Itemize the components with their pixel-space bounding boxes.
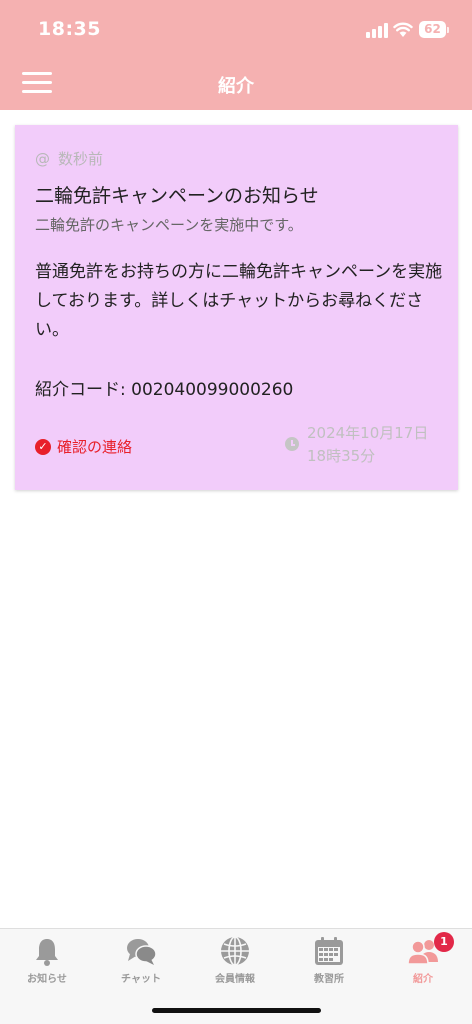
notice-title: 二輪免許キャンペーンのお知らせ [35, 185, 319, 207]
status-bar: 18:35 62 [0, 0, 472, 58]
notice-date: 2024年10月17日 [307, 424, 429, 442]
wifi-icon [393, 22, 413, 37]
calendar-icon [315, 937, 343, 965]
page-title: 紹介 [218, 76, 254, 97]
status-time: 18:35 [38, 18, 101, 40]
tab-label: お知らせ [27, 974, 67, 985]
notice-body: 普通免許をお持ちの方に二輪免許キャンペーンを実施しております。詳しくはチャットか… [35, 262, 443, 340]
notice-time: 18時35分 [307, 447, 376, 465]
relative-time: @ 数秒前 [35, 148, 103, 169]
tab-label: 教習所 [314, 974, 344, 985]
tab-driving-school[interactable]: 教習所 [282, 929, 376, 993]
home-indicator [152, 1008, 321, 1013]
chat-bubbles-icon [127, 939, 157, 965]
notification-badge: 1 [434, 932, 454, 952]
bell-icon [36, 939, 58, 966]
battery-icon: 62 [419, 21, 449, 38]
app-header: 紹介 [0, 58, 472, 110]
notice-subtitle: 二輪免許のキャンペーンを実施中です。 [35, 216, 303, 234]
tab-chat[interactable]: チャット [94, 929, 188, 993]
battery-level: 62 [419, 21, 446, 38]
clock-icon [285, 437, 299, 451]
tab-label: チャット [121, 974, 161, 985]
confirm-contact-button[interactable]: ✓ 確認の連絡 [35, 436, 132, 457]
tab-label: 紹介 [413, 974, 433, 985]
tab-label: 会員情報 [215, 974, 255, 985]
globe-icon [221, 936, 249, 966]
referral-code: 紹介コード: 002040099000260 [35, 380, 294, 400]
cellular-signal-icon [366, 22, 388, 38]
check-circle-icon: ✓ [35, 438, 51, 455]
tab-referral[interactable]: 1 紹介 [376, 929, 470, 993]
notice-timestamp: 2024年10月17日 18時35分 [307, 422, 447, 468]
notice-card[interactable]: @ 数秒前 二輪免許キャンペーンのお知らせ 二輪免許のキャンペーンを実施中です。 … [15, 125, 458, 490]
confirm-contact-label: 確認の連絡 [57, 438, 133, 456]
tab-notifications[interactable]: お知らせ [0, 929, 94, 993]
tab-member-info[interactable]: 会員情報 [188, 929, 282, 993]
at-icon: @ [35, 150, 50, 168]
relative-time-text: 数秒前 [58, 150, 104, 168]
